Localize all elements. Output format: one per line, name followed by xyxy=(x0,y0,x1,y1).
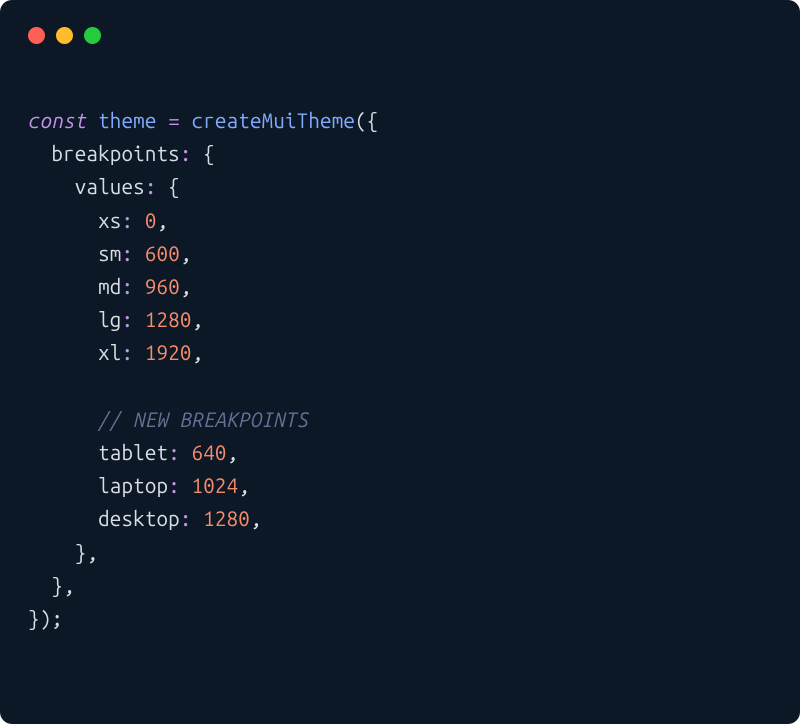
code-block: const theme = createMuiTheme({ breakpoin… xyxy=(0,44,800,663)
prop-breakpoints: breakpoints xyxy=(51,142,179,165)
comma: , xyxy=(157,209,169,232)
colon: : xyxy=(180,142,192,165)
comma: , xyxy=(180,275,192,298)
open-paren: ( xyxy=(355,109,367,132)
val-desktop: 1280 xyxy=(203,507,250,530)
val-lg: 1280 xyxy=(145,308,192,331)
minimize-icon[interactable] xyxy=(56,27,73,44)
open-brace: { xyxy=(367,109,379,132)
val-tablet: 640 xyxy=(192,441,227,464)
variable-name: theme xyxy=(98,109,156,132)
comma: , xyxy=(86,541,98,564)
maximize-icon[interactable] xyxy=(84,27,101,44)
val-xs: 0 xyxy=(145,209,157,232)
close-brace: } xyxy=(75,541,87,564)
comma: , xyxy=(192,341,204,364)
val-sm: 600 xyxy=(145,242,180,265)
colon: : xyxy=(121,242,133,265)
colon: : xyxy=(180,507,192,530)
comma: , xyxy=(63,574,75,597)
comment-new-breakpoints: // NEW BREAKPOINTS xyxy=(98,408,308,431)
close-icon[interactable] xyxy=(28,27,45,44)
close-brace: } xyxy=(28,607,40,630)
prop-desktop: desktop xyxy=(98,507,180,530)
prop-xs: xs xyxy=(98,209,121,232)
val-md: 960 xyxy=(145,275,180,298)
val-laptop: 1024 xyxy=(192,474,239,497)
comma: , xyxy=(238,474,250,497)
colon: : xyxy=(145,175,157,198)
prop-tablet: tablet xyxy=(98,441,168,464)
colon: : xyxy=(121,209,133,232)
colon: : xyxy=(121,308,133,331)
keyword-const: const xyxy=(28,109,86,132)
comma: , xyxy=(192,308,204,331)
comma: , xyxy=(250,507,262,530)
val-xl: 1920 xyxy=(145,341,192,364)
open-brace: { xyxy=(168,175,180,198)
prop-values: values xyxy=(75,175,145,198)
close-brace: } xyxy=(51,574,63,597)
colon: : xyxy=(121,341,133,364)
titlebar xyxy=(0,0,800,44)
prop-sm: sm xyxy=(98,242,121,265)
open-brace: { xyxy=(203,142,215,165)
semicolon: ; xyxy=(51,607,63,630)
close-paren: ) xyxy=(40,607,52,630)
prop-xl: xl xyxy=(98,341,121,364)
colon: : xyxy=(121,275,133,298)
prop-lg: lg xyxy=(98,308,121,331)
prop-laptop: laptop xyxy=(98,474,168,497)
comma: , xyxy=(227,441,239,464)
code-window: const theme = createMuiTheme({ breakpoin… xyxy=(0,0,800,724)
function-name: createMuiTheme xyxy=(192,109,356,132)
equals-operator: = xyxy=(168,109,180,132)
colon: : xyxy=(168,441,180,464)
comma: , xyxy=(180,242,192,265)
colon: : xyxy=(168,474,180,497)
prop-md: md xyxy=(98,275,121,298)
